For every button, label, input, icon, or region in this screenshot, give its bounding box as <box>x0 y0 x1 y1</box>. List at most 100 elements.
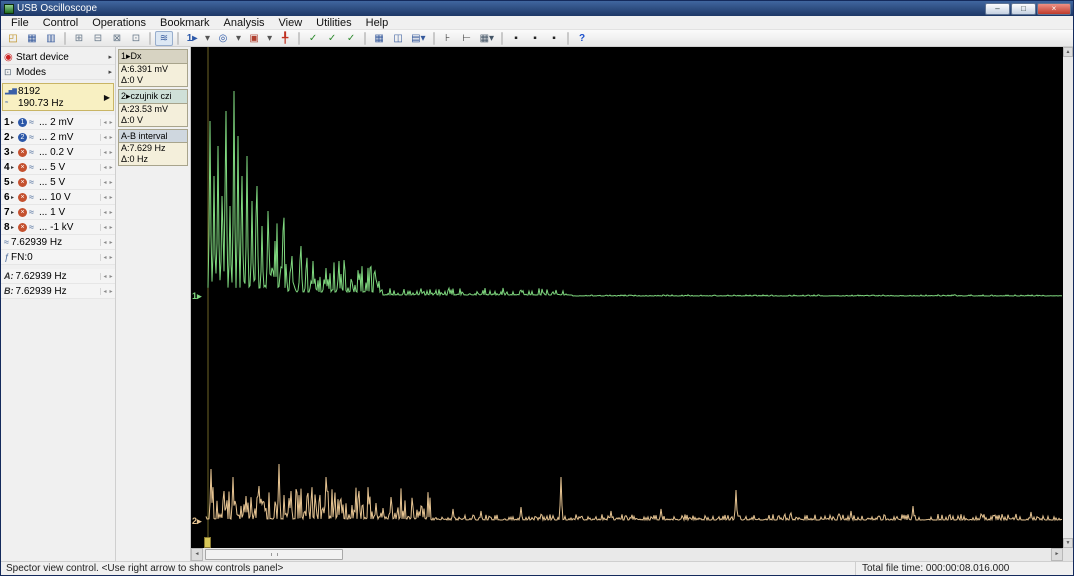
vertical-scroll-track[interactable] <box>1063 57 1073 538</box>
measure-dropdown-button[interactable]: ▾ <box>233 31 244 46</box>
increment-arrow-icon[interactable]: ▸ <box>108 273 114 280</box>
fn-readout-row[interactable]: ƒ FN:0 ◂ ▸ <box>1 250 115 265</box>
menu-bookmark[interactable]: Bookmark <box>153 17 217 29</box>
increment-arrow-icon[interactable]: ▸ <box>108 224 114 231</box>
marker-b-row[interactable]: B: 7.62939 Hz ◂ ▸ <box>1 284 115 299</box>
save-button[interactable]: ▦ <box>23 31 41 46</box>
channel-spinner: ◂ ▸ <box>100 133 114 141</box>
check-channel1-button[interactable]: ✓ <box>304 31 322 46</box>
menu-utilities[interactable]: Utilities <box>309 17 358 29</box>
increment-arrow-icon[interactable]: ▸ <box>108 209 114 216</box>
snapshot-b-button[interactable]: ▪ <box>526 31 544 46</box>
expand-arrow-icon[interactable]: ▶ <box>103 93 111 102</box>
channel-row-1[interactable]: 1 ▸ 1 ≈ ... 2 mV ◂ ▸ <box>1 115 115 130</box>
increment-arrow-icon[interactable]: ▸ <box>108 288 114 295</box>
increment-arrow-icon[interactable]: ▸ <box>108 164 114 171</box>
copy-button[interactable]: ⊞ <box>70 31 88 46</box>
start-device-button[interactable]: ◉ Start device ▸ <box>1 50 115 65</box>
scroll-up-button[interactable]: ▲ <box>1063 47 1073 57</box>
usb-oscilloscope-window: USB Oscilloscope – □ × File Control Operat… <box>0 0 1074 576</box>
open-file-button[interactable]: ◰ <box>4 31 22 46</box>
scroll-down-button[interactable]: ▼ <box>1063 538 1073 548</box>
modes-button[interactable]: ⊡ Modes ▸ <box>1 65 115 80</box>
increment-arrow-icon[interactable]: ▸ <box>108 239 114 246</box>
channel-wave-icon: ≈ <box>29 147 34 157</box>
increment-arrow-icon[interactable]: ▸ <box>108 119 114 126</box>
antenna-button[interactable]: ╀ <box>276 31 294 46</box>
scroll-left-button[interactable]: ◄ <box>191 548 203 561</box>
snapshot-c-button[interactable]: ▪ <box>545 31 563 46</box>
channel-state-icon[interactable]: × <box>18 147 27 157</box>
channel-row-4[interactable]: 4 ▸ × ≈ ... 5 V ◂ ▸ <box>1 160 115 175</box>
channel-1-marker[interactable]: 1▸ <box>192 291 202 301</box>
marker-a-row[interactable]: A: 7.62939 Hz ◂ ▸ <box>1 269 115 284</box>
channel-state-icon[interactable]: × <box>18 207 27 217</box>
spectrum-plot[interactable]: 1▸ 2▸ <box>191 47 1063 548</box>
signal-dropdown-button[interactable]: ▾ <box>202 31 213 46</box>
save-all-button[interactable]: ▥ <box>42 31 60 46</box>
horizontal-scrollbar[interactable]: ◄ ► <box>191 548 1063 561</box>
paste-button[interactable]: ⊠ <box>108 31 126 46</box>
menu-operations[interactable]: Operations <box>85 17 153 29</box>
snapshot-a-button[interactable]: ▪ <box>507 31 525 46</box>
channel-value: ... 0.2 V <box>39 146 74 158</box>
channel-row-3[interactable]: 3 ▸ × ≈ ... 0.2 V ◂ ▸ <box>1 145 115 160</box>
channel-spinner: ◂ ▸ <box>100 118 114 126</box>
help-button[interactable]: ? <box>573 31 591 46</box>
check-sum-button[interactable]: ✓ <box>342 31 360 46</box>
increment-arrow-icon[interactable]: ▸ <box>108 194 114 201</box>
channel-row-7[interactable]: 7 ▸ × ≈ ... 1 V ◂ ▸ <box>1 205 115 220</box>
channel-state-icon[interactable]: × <box>18 192 27 202</box>
marker-left-button[interactable]: ⊦ <box>439 31 457 46</box>
channel-state-icon[interactable]: × <box>18 222 27 232</box>
menu-control[interactable]: Control <box>36 17 85 29</box>
measurement-header[interactable]: 2▸czujnik czi <box>119 90 187 104</box>
spectrum-view-button[interactable]: ≋ <box>155 30 173 46</box>
menu-help[interactable]: Help <box>359 17 396 29</box>
cursor-marker-flag[interactable] <box>204 537 211 548</box>
minimize-button[interactable]: – <box>985 2 1010 15</box>
marker-tool-button[interactable]: ▣ <box>245 31 263 46</box>
channel-state-icon[interactable]: × <box>18 177 27 187</box>
frequency-readout-row[interactable]: ≈ 7.62939 Hz ◂ ▸ <box>1 235 115 250</box>
buffer-settings-button[interactable]: ▂▅▇ 8192 ≈ 190.73 Hz ▶ <box>2 83 114 111</box>
measurement-header[interactable]: A-B interval <box>119 130 187 143</box>
close-button[interactable]: × <box>1037 2 1071 15</box>
channel-row-8[interactable]: 8 ▸ × ≈ ... -1 kV ◂ ▸ <box>1 220 115 235</box>
channel-number: 6 <box>4 191 10 203</box>
marker-right-button[interactable]: ⊢ <box>458 31 476 46</box>
horizontal-scroll-track[interactable] <box>203 548 1051 561</box>
vertical-scrollbar[interactable]: ▲ ▼ <box>1063 47 1073 548</box>
horizontal-scroll-thumb[interactable] <box>205 549 343 560</box>
maximize-button[interactable]: □ <box>1011 2 1036 15</box>
channel-arrow-icon: ▸ <box>11 149 15 156</box>
channel-row-2[interactable]: 2 ▸ 2 ≈ ... 2 mV ◂ ▸ <box>1 130 115 145</box>
menu-bar: File Control Operations Bookmark Analysis Vie… <box>1 16 1073 30</box>
increment-arrow-icon[interactable]: ▸ <box>108 254 114 261</box>
clipboard-view-button[interactable]: ⊡ <box>127 31 145 46</box>
measure-tool-button[interactable]: ◎ <box>214 31 232 46</box>
increment-arrow-icon[interactable]: ▸ <box>108 179 114 186</box>
readout-value: 7.62939 Hz <box>10 236 63 248</box>
channel-row-6[interactable]: 6 ▸ × ≈ ... 10 V ◂ ▸ <box>1 190 115 205</box>
measurement-header[interactable]: 1▸Dx <box>119 50 187 64</box>
menu-file[interactable]: File <box>4 17 36 29</box>
channel-row-5[interactable]: 5 ▸ × ≈ ... 5 V ◂ ▸ <box>1 175 115 190</box>
panels-dropdown-button[interactable]: ▤▾ <box>408 31 428 46</box>
channel-state-icon[interactable]: 2 <box>18 132 27 142</box>
increment-arrow-icon[interactable]: ▸ <box>108 134 114 141</box>
channel-2-marker[interactable]: 2▸ <box>192 516 202 526</box>
check-channel2-button[interactable]: ✓ <box>323 31 341 46</box>
table-view-button[interactable]: ▦▾ <box>477 31 497 46</box>
menu-analysis[interactable]: Analysis <box>217 17 272 29</box>
marker-dropdown-button[interactable]: ▾ <box>264 31 275 46</box>
split-view-button[interactable]: ◫ <box>389 31 407 46</box>
scroll-right-button[interactable]: ► <box>1051 548 1063 561</box>
grid-view-button[interactable]: ▦ <box>370 31 388 46</box>
menu-view[interactable]: View <box>272 17 310 29</box>
copy-page-button[interactable]: ⊟ <box>89 31 107 46</box>
increment-arrow-icon[interactable]: ▸ <box>108 149 114 156</box>
channel-state-icon[interactable]: × <box>18 162 27 172</box>
channel-state-icon[interactable]: 1 <box>18 117 27 127</box>
channel-select-button[interactable]: 1▸ <box>183 31 201 46</box>
